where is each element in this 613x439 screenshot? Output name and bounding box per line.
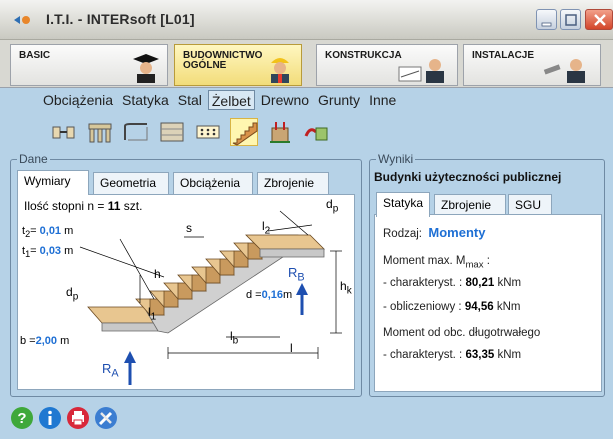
module-bar: BASIC BUDOWNICTWO OGÓLNE KONSTRUKCJA INST… [0,40,613,88]
module-budownictwo[interactable]: BUDOWNICTWO OGÓLNE [174,44,302,86]
module-bud-label: BUDOWNICTWO OGÓLNE [183,50,263,71]
menu-inne[interactable]: Inne [366,90,399,110]
t2-field[interactable]: t2= 0,01 m [22,225,73,239]
l1-label: l1 [148,305,157,323]
dp-upper-label: dp [326,197,339,215]
reaction-b-arrowhead [296,283,308,295]
tool-column[interactable] [266,118,294,146]
tab-geometria[interactable]: Geometria [93,172,169,194]
d-field[interactable]: d =0,16m [244,289,295,301]
reaction-a-arrowhead [124,351,136,363]
upper-landing-slab [259,248,325,258]
main-panel: Obciążenia Statyka Stal Żelbet Drewno Gr… [0,88,613,439]
installer-icon [543,59,585,83]
wyniki-subtitle: Budynki użyteczności publicznej [374,170,562,184]
tool-grid[interactable] [194,118,222,146]
moment-max-row: Moment max. Mmax : [383,255,490,271]
dane-group: Dane Wymiary Geometria Obciążenia Zbroje… [10,152,362,397]
oblicz-row: - obliczeniowy : 94,56 kNm [383,301,521,313]
rb-label: RB [288,265,305,284]
maximize-button[interactable] [560,9,581,30]
s-label: s [186,221,192,235]
app-logo-icon [14,16,30,24]
title-bar: I.T.I. - INTERsoft [L01] [0,0,613,40]
lb-label: lb [230,329,239,347]
b-field[interactable]: b =2,00 m [20,335,69,347]
menu-obciazenia[interactable]: Obciążenia [40,90,116,110]
menu-drewno[interactable]: Drewno [258,90,312,110]
rodzaj-value[interactable]: Momenty [428,225,485,240]
rodzaj-row: Rodzaj: Momenty [383,225,486,240]
tab-sgu[interactable]: SGU [508,194,552,216]
wyniki-group: Wyniki Budynki użyteczności publicznej S… [369,152,605,397]
l-label: l [290,341,293,355]
tool-frame[interactable] [86,118,114,146]
tab-wyn-zbrojenie[interactable]: Zbrojenie [434,194,506,216]
wyniki-panel: Rodzaj: Momenty Moment max. Mmax : - cha… [374,214,602,392]
tab-wymiary[interactable]: Wymiary [17,170,89,195]
module-basic-label: BASIC [19,50,51,61]
char-row: - charakteryst. : 80,21 kNm [383,277,522,289]
misc-icon [304,127,328,141]
module-konstrukcja[interactable]: KONSTRUKCJA [316,44,458,86]
graduate-icon [133,54,159,83]
module-instalacje[interactable]: INSTALACJE [463,44,601,86]
menu-stal[interactable]: Stal [175,90,205,110]
maximize-icon [565,14,577,26]
tab-statyka[interactable]: Statyka [376,192,430,217]
material-menu: Obciążenia Statyka Stal Żelbet Drewno Gr… [40,90,402,110]
frame-icon [88,123,112,143]
tool-beam[interactable] [50,118,78,146]
stairs-icon [232,122,258,146]
module-basic[interactable]: BASIC [10,44,168,86]
column-icon [270,122,290,143]
lower-landing-slab [101,322,159,332]
bottom-toolbar: ? [0,401,613,439]
minimize-icon [541,22,552,27]
stair-drawing-panel: Ilość stopni n = 11 szt. t2= 0,01 m t1= … [17,194,355,390]
tools-icon[interactable] [94,406,118,430]
window-title: I.T.I. - INTERsoft [L01] [46,11,195,27]
help-icon[interactable]: ? [10,406,34,430]
grid-icon [196,125,220,139]
module-kon-label: KONSTRUKCJA [325,50,402,61]
beam-icon [52,126,75,139]
close-icon [594,14,606,26]
engineer-drawing-icon [398,59,444,83]
wyniki-group-title: Wyniki [376,152,416,166]
ra-label: RA [102,361,119,380]
tab-obciazenia[interactable]: Obciążenia [173,172,253,194]
upper-landing [245,234,325,250]
svg-text:?: ? [17,410,26,427]
slab-icon [124,123,148,141]
print-icon[interactable] [66,406,90,430]
char2-row: - charakteryst. : 63,35 kNm [383,349,522,361]
menu-grunty[interactable]: Grunty [315,90,363,110]
dane-group-title: Dane [17,152,50,166]
close-button[interactable] [585,9,613,30]
dlugo-row: Moment od obc. długotrwałego [383,327,541,339]
tab-zbrojenie[interactable]: Zbrojenie [257,172,329,194]
tool-wall[interactable] [158,118,186,146]
t1-field[interactable]: t1= 0,03 m [22,245,73,259]
builder-icon [271,58,289,83]
tool-stairs[interactable] [230,118,258,146]
tool-misc[interactable] [302,118,330,146]
l2-label: l2 [262,219,271,237]
wall-icon [160,122,184,142]
menu-statyka[interactable]: Statyka [119,90,172,110]
dp-lower-label: dp [66,285,79,303]
info-icon[interactable] [38,406,62,430]
h-label: h [154,267,161,281]
module-ins-label: INSTALACJE [472,50,535,61]
steps-count-label: Ilość stopni n = 11 szt. [24,199,143,213]
menu-zelbet[interactable]: Żelbet [207,90,255,110]
hk-label: hk [340,279,352,297]
minimize-button[interactable] [536,9,557,30]
tool-slab[interactable] [122,118,150,146]
